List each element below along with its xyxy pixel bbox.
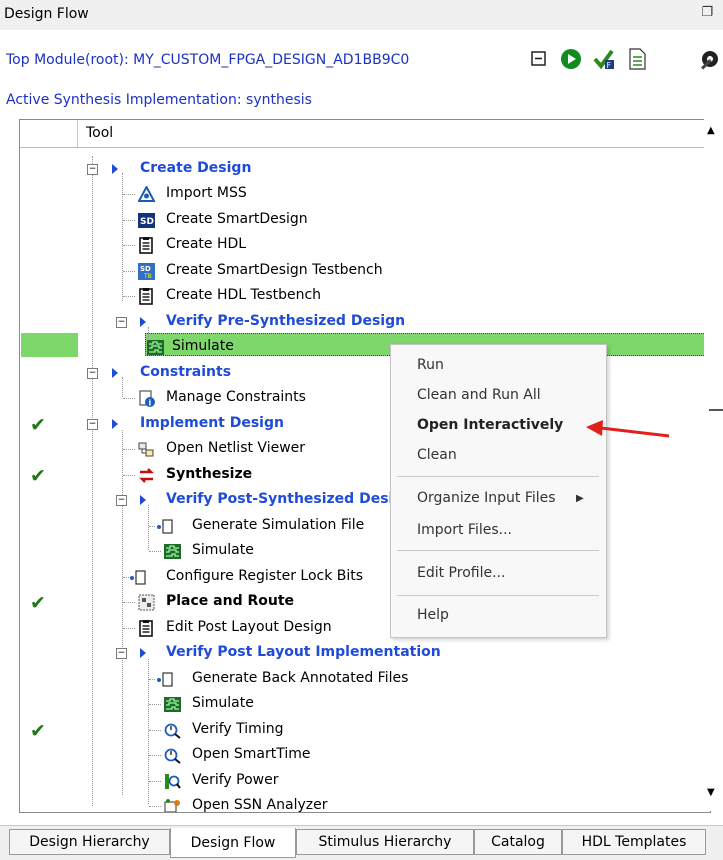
tree-item-open-ssn-analyzer[interactable]: Open SSN Analyzer [20, 794, 710, 812]
menu-separator [397, 476, 599, 477]
design-flow-tree[interactable]: Tool − Create Design Import MSS SD Creat… [19, 119, 711, 813]
scroll-up-icon[interactable]: ▲ [707, 125, 715, 136]
vertical-scrollbar[interactable]: ▲ ▼ [704, 119, 723, 811]
context-menu: Run Clean and Run All Open Interactively… [390, 344, 607, 638]
timing-icon [164, 748, 181, 764]
tree-item-verify-power[interactable]: Verify Power [20, 769, 710, 795]
document-icon [139, 619, 153, 637]
generate-icon [130, 569, 146, 585]
menu-item-organize-input-files[interactable]: Organize Input Files [417, 490, 556, 506]
annotation-arrow-icon [586, 420, 670, 438]
scroll-thumb[interactable] [709, 409, 723, 411]
tab-design-flow[interactable]: Design Flow [170, 828, 296, 858]
simulate-icon [164, 544, 181, 559]
ssn-icon [164, 799, 180, 812]
tree-item-generate-back-annotated[interactable]: Generate Back Annotated Files [20, 667, 710, 693]
restore-icon[interactable]: ❐ [701, 5, 713, 20]
status-check-icon: ✔ [30, 413, 46, 436]
tree-item-verify-post-layout[interactable]: − Verify Post Layout Implementation [20, 641, 710, 667]
run-icon[interactable] [558, 46, 584, 72]
menu-separator [397, 595, 599, 596]
document-icon [139, 288, 153, 305]
svg-text:TB: TB [143, 273, 152, 280]
import-mss-icon [138, 186, 155, 202]
menu-item-run[interactable]: Run [417, 357, 444, 373]
svg-text:SD: SD [140, 217, 154, 227]
submenu-arrow-icon: ▶ [576, 493, 584, 504]
tab-catalog[interactable]: Catalog [474, 829, 562, 855]
svg-text:F: F [607, 61, 612, 70]
scroll-down-icon[interactable]: ▼ [707, 787, 715, 798]
place-route-icon [138, 594, 155, 611]
tree-item-create-design[interactable]: − Create Design [20, 157, 710, 183]
panel-title: Design Flow [4, 6, 89, 22]
tree-item-simulate-post-layout[interactable]: Simulate [20, 692, 710, 718]
simulate-icon [147, 340, 164, 355]
synthesize-icon [139, 467, 154, 483]
constraints-icon: i [139, 390, 155, 408]
tree-item-create-smartdesign-testbench[interactable]: SD TB Create SmartDesign Testbench [20, 259, 710, 285]
timing-icon [164, 723, 181, 739]
tree-item-verify-pre-synthesized[interactable]: − Verify Pre-Synthesized Design [20, 310, 710, 336]
tree-item-create-hdl[interactable]: Create HDL [20, 233, 710, 259]
tab-stimulus-hierarchy[interactable]: Stimulus Hierarchy [296, 829, 474, 855]
menu-item-import-files[interactable]: Import Files... [417, 522, 512, 538]
smartdesign-icon: SD [138, 212, 155, 228]
menu-separator [397, 550, 599, 551]
generate-icon [157, 671, 173, 687]
status-check-icon: ✔ [30, 464, 46, 487]
tree-item-verify-timing[interactable]: ✔ Verify Timing [20, 718, 710, 744]
tree-item-open-smarttime[interactable]: Open SmartTime [20, 743, 710, 769]
tree-item-import-mss[interactable]: Import MSS [20, 182, 710, 208]
check-icon[interactable]: F [591, 46, 617, 72]
tab-design-hierarchy[interactable]: Design Hierarchy [9, 829, 170, 855]
svg-text:i: i [149, 399, 152, 408]
panel-title-bar: Design Flow ❐ [0, 0, 723, 30]
tab-hdl-templates[interactable]: HDL Templates [562, 829, 706, 855]
grid-header: Tool [20, 120, 710, 148]
svg-text:SD: SD [140, 265, 151, 273]
simulate-icon [164, 697, 181, 712]
tree-item-create-hdl-testbench[interactable]: Create HDL Testbench [20, 284, 710, 310]
menu-item-clean-and-run-all[interactable]: Clean and Run All [417, 387, 541, 403]
generate-icon [157, 518, 173, 534]
column-header-tool[interactable]: Tool [86, 125, 113, 141]
menu-item-help[interactable]: Help [417, 607, 449, 623]
smartdesign-testbench-icon: SDTB [138, 262, 155, 280]
tree-item-create-smartdesign[interactable]: SD Create SmartDesign [20, 208, 710, 234]
status-check-icon: ✔ [30, 592, 46, 614]
active-synthesis-label: Active Synthesis Implementation: synthes… [6, 92, 312, 108]
bottom-tab-bar: Design Hierarchy Design Flow Stimulus Hi… [0, 825, 723, 860]
top-module-label: Top Module(root): MY_CUSTOM_FPGA_DESIGN_… [6, 52, 410, 68]
collapse-all-icon[interactable] [526, 46, 552, 72]
status-check-icon: ✔ [30, 719, 46, 742]
report-icon[interactable] [624, 46, 650, 72]
menu-item-clean[interactable]: Clean [417, 447, 457, 463]
menu-item-edit-profile[interactable]: Edit Profile... [417, 565, 505, 581]
document-icon [139, 237, 153, 254]
settings-icon[interactable] [697, 46, 723, 72]
menu-item-open-interactively[interactable]: Open Interactively [417, 417, 563, 433]
netlist-icon [138, 442, 154, 457]
power-icon [165, 773, 181, 789]
